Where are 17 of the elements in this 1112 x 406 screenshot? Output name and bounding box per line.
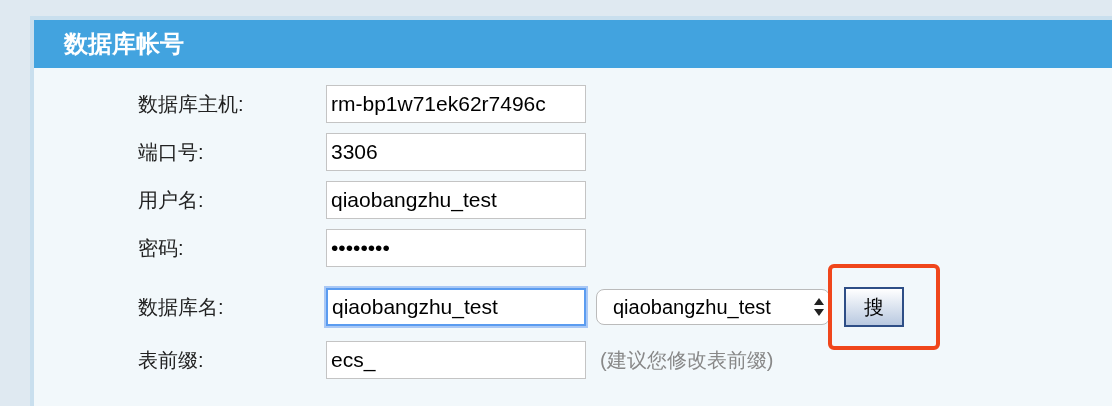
password-field[interactable]: •••••••• <box>326 229 586 267</box>
field-label: 数据库主机: <box>138 92 245 117</box>
field-label: 密码: <box>138 236 185 261</box>
field-label: 表前缀: <box>138 348 205 373</box>
database-select[interactable]: qiaobangzhu_test <box>596 289 830 325</box>
field-label: 数据库名: <box>138 295 225 320</box>
search-button[interactable]: 搜 <box>844 287 904 327</box>
input-field[interactable]: qiaobangzhu_test <box>326 288 586 326</box>
input-field[interactable]: rm-bp1w71ek62r7496c <box>326 85 586 123</box>
field-label: 端口号: <box>138 140 205 165</box>
field-label: 用户名: <box>138 188 205 213</box>
updown-icon <box>813 297 825 317</box>
input-field[interactable]: 3306 <box>326 133 586 171</box>
input-field[interactable]: ecs_ <box>326 341 586 379</box>
hint-text: (建议您修改表前缀) <box>600 348 774 373</box>
input-field[interactable]: qiaobangzhu_test <box>326 181 586 219</box>
panel-title: 数据库帐号 <box>64 29 184 59</box>
